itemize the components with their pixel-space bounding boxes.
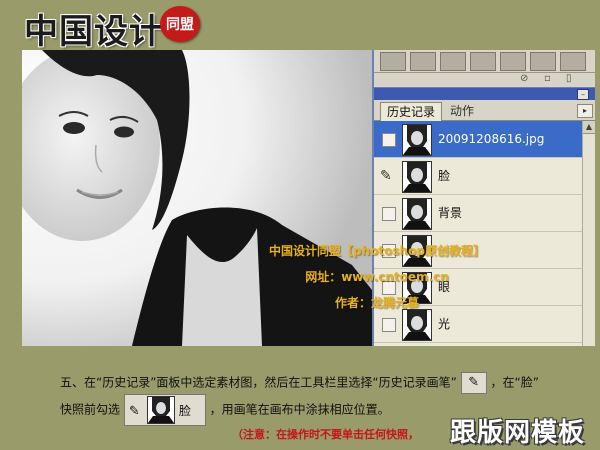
history-panel-tabs: 历史记录 动作 ▸: [374, 100, 595, 121]
photoshop-screenshot: ⊘ ▫ ▯ – 历史记录 动作 ▸ 20091208616.jpg ✎ 脸 背景…: [22, 50, 595, 346]
history-row-background[interactable]: 背景: [374, 195, 595, 232]
history-brush-checkbox[interactable]: [382, 207, 396, 221]
history-row-source[interactable]: 20091208616.jpg: [374, 121, 595, 158]
snapshot-thumbnail: [402, 161, 432, 193]
instruction-text: 快照前勾选: [60, 402, 121, 417]
watermark-title: 中国设计同盟【photoshop原创教程】: [269, 244, 485, 258]
trash-icon[interactable]: ▯: [566, 73, 572, 84]
snapshot-checkbox-illustration: ✎ 脸: [123, 394, 206, 426]
history-brush-tool-icon: ✎: [460, 372, 487, 394]
watermark: 中国设计同盟【photoshop原创教程】 网址：www.cntoem.cn 作…: [242, 238, 512, 316]
swatch-1[interactable]: [380, 52, 406, 71]
history-row-label: 背景: [438, 206, 463, 220]
new-item-icon[interactable]: ▫: [544, 73, 551, 84]
snapshot-thumbnail: [402, 124, 432, 156]
site-logo-seal: 同盟: [160, 6, 200, 42]
tab-history[interactable]: 历史记录: [380, 102, 443, 121]
swatch-3[interactable]: [440, 52, 466, 71]
site-logo-text: 中国设计: [24, 12, 164, 52]
swatch-strip: [374, 50, 595, 73]
swatch-4[interactable]: [470, 52, 496, 71]
site-header: 中国设计 同盟: [0, 0, 600, 52]
panel-menu-icon[interactable]: ▸: [577, 104, 593, 118]
instruction-text: ，用画笔在画布中涂抹相应位置。: [209, 402, 390, 417]
minimize-icon[interactable]: –: [577, 89, 589, 100]
snapshot-thumbnail: [402, 198, 432, 230]
history-brush-icon: ✎: [128, 404, 140, 419]
panel-toolbar: ⊘ ▫ ▯: [374, 73, 595, 87]
history-scrollbar[interactable]: ▲: [582, 121, 595, 346]
history-row-face[interactable]: ✎ 脸: [374, 158, 595, 195]
history-row-label: 脸: [438, 169, 451, 183]
watermark-url: 网址：www.cntoem.cn: [305, 270, 449, 284]
scroll-up-icon[interactable]: ▲: [583, 121, 595, 134]
panel-dock-bar: –: [374, 88, 595, 100]
history-brush-checkbox[interactable]: [382, 318, 396, 332]
swatch-5[interactable]: [500, 52, 526, 71]
instruction-text: ，在“脸”: [490, 375, 539, 390]
instruction-text: 五、在“历史记录”面板中选定素材图，然后在工具栏里选择“历史记录画笔”: [60, 375, 457, 390]
snapshot-label: 脸: [178, 404, 191, 418]
brand-logo: 跟版网模板: [450, 418, 586, 448]
history-row-label: 20091208616.jpg: [438, 132, 545, 146]
watermark-author: 作者：龙腾元慕: [334, 296, 419, 310]
history-brush-checkbox[interactable]: [382, 133, 396, 147]
snapshot-thumbnail: [146, 396, 175, 424]
warning-note: （注意：在操作时不要单击任何快照，: [232, 428, 419, 441]
no-entry-icon[interactable]: ⊘: [520, 73, 528, 84]
swatch-2[interactable]: [410, 52, 436, 71]
swatch-7[interactable]: [560, 52, 586, 71]
tab-actions[interactable]: 动作: [444, 102, 480, 120]
swatch-6[interactable]: [530, 52, 556, 71]
history-brush-icon[interactable]: ✎: [380, 168, 392, 184]
